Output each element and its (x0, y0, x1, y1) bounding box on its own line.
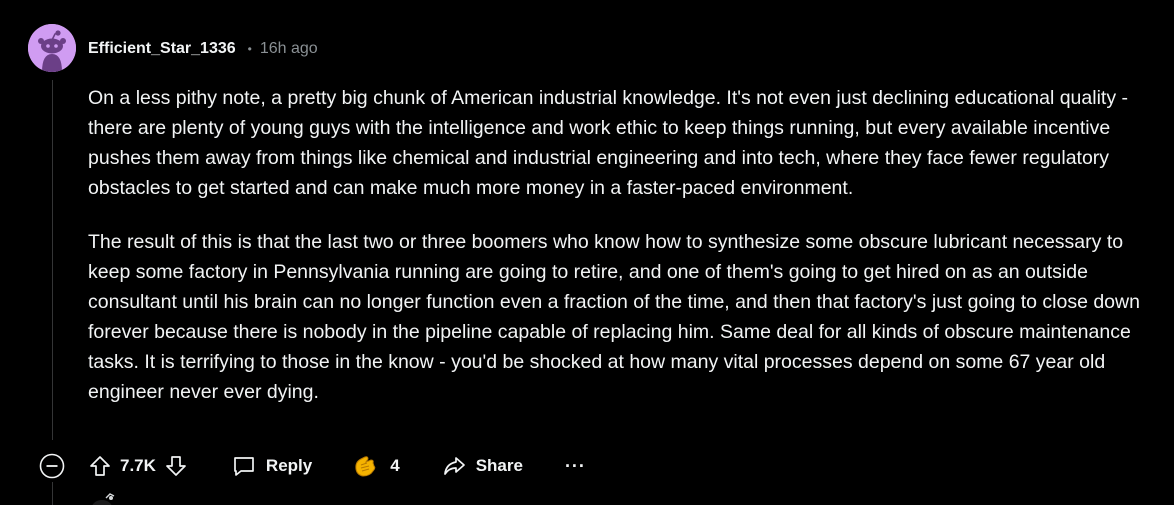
award-button[interactable]: 4 (352, 453, 400, 479)
child-avatar-icon (92, 493, 115, 505)
comment-body: On a less pithy note, a pretty big chunk… (88, 83, 1148, 431)
reply-button[interactable]: Reply (232, 454, 312, 478)
comment-paragraph: The result of this is that the last two … (88, 231, 1140, 403)
collapse-button[interactable] (38, 452, 66, 480)
collapse-minus-icon (39, 453, 65, 479)
award-hands-icon (355, 456, 376, 477)
more-options-icon: ··· (564, 455, 586, 476)
username-link[interactable]: Efficient_Star_1336 (88, 40, 236, 58)
reply-label: Reply (265, 456, 313, 475)
vote-count: 7.7K (120, 456, 156, 475)
share-button[interactable]: Share (442, 454, 523, 478)
upvote-button[interactable] (88, 454, 112, 478)
downvote-button[interactable] (164, 454, 188, 478)
comment: Efficient_Star_1336 • 16h ago On a less … (0, 0, 1174, 505)
share-arrow-icon (443, 457, 465, 475)
more-options-button[interactable]: ··· (565, 456, 586, 477)
timestamp[interactable]: 16h ago (260, 40, 318, 58)
comment-bubble-icon (234, 457, 254, 476)
thread-line[interactable] (52, 80, 53, 440)
comment-action-bar: 7.7K Reply 4 Share ··· (38, 450, 586, 482)
avatar[interactable] (28, 24, 76, 72)
vote-group: 7.7K (88, 454, 188, 478)
share-label: Share (475, 456, 523, 475)
downvote-arrow-icon (166, 456, 186, 476)
child-comment-avatar[interactable] (84, 492, 120, 505)
meta-separator: • (247, 42, 252, 56)
upvote-arrow-icon (90, 456, 110, 476)
comment-header: Efficient_Star_1336 • 16h ago (88, 38, 318, 60)
award-count: 4 (390, 456, 400, 475)
comment-paragraph: On a less pithy note, a pretty big chunk… (88, 87, 1128, 199)
thread-line-continued[interactable] (52, 482, 53, 505)
snoo-avatar-icon (28, 24, 76, 72)
